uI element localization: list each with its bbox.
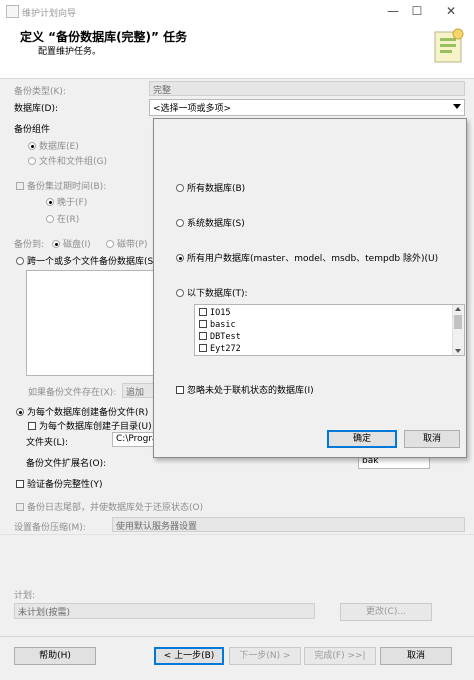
ok-button[interactable]: 确定: [327, 430, 397, 448]
radio-all-icon[interactable]: [176, 184, 184, 192]
list-item[interactable]: basic: [199, 320, 236, 330]
next-button: 下一步(N) >: [229, 647, 301, 665]
radio-user-icon[interactable]: [176, 254, 184, 262]
chevron-down-icon[interactable]: [455, 349, 461, 353]
list-item[interactable]: Eyt272: [199, 344, 241, 354]
verify-checkbox[interactable]: 验证备份完整性(Y): [16, 477, 103, 490]
schedule-label: 计划:: [14, 591, 36, 601]
wizard-icon: [434, 28, 464, 63]
radio-create-per-db[interactable]: 为每个数据库创建备份文件(R): [16, 405, 148, 418]
chevron-down-icon[interactable]: [453, 104, 461, 109]
expire-checkbox-icon: [16, 182, 24, 190]
db-checkbox-icon[interactable]: [199, 332, 207, 340]
option-user-databases[interactable]: 所有用户数据库(master、model、msdb、tempdb 除外)(U): [176, 251, 438, 264]
if-exists-dropdown: 追加: [122, 383, 154, 398]
backup-type-label: 备份类型(K):: [14, 87, 66, 97]
radio-span-files[interactable]: 跨一个或多个文件备份数据库(S: [16, 254, 153, 267]
radio-after-icon: [46, 198, 54, 206]
list-item[interactable]: IO15: [199, 308, 230, 318]
radio-create-per-db-icon[interactable]: [16, 408, 24, 416]
backup-to-label: 备份到:: [14, 240, 45, 250]
scroll-thumb[interactable]: [454, 315, 462, 329]
radio-files-icon: [28, 157, 36, 165]
radio-database-icon: [28, 142, 36, 150]
database-selector-popup: 所有数据库(B) 系统数据库(S) 所有用户数据库(master、model、m…: [153, 118, 467, 458]
chevron-up-icon[interactable]: [455, 307, 461, 311]
subdir-checkbox-icon[interactable]: [28, 422, 36, 430]
radio-span-files-icon[interactable]: [16, 257, 24, 265]
list-item[interactable]: DBTest: [199, 332, 241, 342]
radio-on-icon: [46, 215, 54, 223]
db-checkbox-icon[interactable]: [199, 344, 207, 352]
db-checkbox-icon[interactable]: [199, 320, 207, 328]
popup-cancel-button[interactable]: 取消: [404, 430, 460, 448]
taillog-checkbox: 备份日志尾部，并使数据库处于还原状态(O): [16, 500, 203, 513]
verify-checkbox-icon[interactable]: [16, 480, 24, 488]
page-title: 定义 “备份数据库(完整)” 任务: [20, 30, 188, 44]
app-icon: [6, 5, 19, 18]
wizard-header: 定义 “备份数据库(完整)” 任务 配置维护任务。: [0, 22, 474, 79]
database-label: 数据库(D):: [14, 104, 58, 114]
ignore-offline-checkbox-icon[interactable]: [176, 386, 184, 394]
title-bar: 维护计划向导 — ☐ ✕: [0, 0, 474, 22]
wizard-window: 维护计划向导 — ☐ ✕ 定义 “备份数据库(完整)” 任务 配置维护任务。 备…: [0, 0, 474, 680]
option-these-databases[interactable]: 以下数据库(T):: [176, 286, 248, 299]
finish-button: 完成(F) >>|: [304, 647, 376, 665]
radio-system-icon[interactable]: [176, 219, 184, 227]
db-checkbox-icon[interactable]: [199, 308, 207, 316]
radio-tape-icon: [106, 240, 114, 248]
radio-tape: 磁带(P): [106, 237, 147, 250]
expire-checkbox: 备份集过期时间(B):: [16, 179, 106, 192]
radio-disk-icon: [52, 240, 60, 248]
database-dropdown[interactable]: <选择一项或多项>: [149, 99, 465, 116]
option-system-databases[interactable]: 系统数据库(S): [176, 216, 245, 229]
backup-component-label: 备份组件: [14, 125, 51, 135]
radio-disk: 磁盘(I): [52, 237, 91, 250]
radio-after: 晚于(F): [46, 195, 87, 208]
page-subtitle: 配置维护任务。: [38, 47, 102, 57]
footer-divider: [0, 636, 474, 637]
radio-database: 数据库(E): [28, 139, 79, 152]
change-schedule-button: 更改(C)...: [340, 603, 432, 621]
compression-dropdown: 使用默认服务器设置: [112, 517, 465, 532]
taillog-checkbox-icon: [16, 503, 24, 511]
folder-label: 文件夹(L):: [26, 438, 69, 448]
back-button[interactable]: < 上一步(B): [154, 647, 224, 665]
cancel-button[interactable]: 取消: [380, 647, 452, 665]
compression-label: 设置备份压缩(M):: [14, 523, 86, 533]
subdir-checkbox[interactable]: 为每个数据库创建子目录(U): [28, 419, 152, 432]
radio-these-icon[interactable]: [176, 289, 184, 297]
if-exists-label: 如果备份文件存在(X):: [28, 388, 117, 398]
window-title: 维护计划向导: [22, 9, 77, 19]
schedule-field: 未计划(按需): [14, 603, 315, 619]
backup-files-list[interactable]: [26, 270, 156, 376]
folder-input[interactable]: C:\Progra: [112, 432, 154, 447]
divider: [0, 534, 474, 535]
help-button[interactable]: 帮助(H): [14, 647, 96, 665]
ignore-offline-checkbox[interactable]: 忽略未处于联机状态的数据库(I): [176, 383, 314, 396]
option-all-databases[interactable]: 所有数据库(B): [176, 181, 245, 194]
database-dropdown-value: <选择一项或多项>: [153, 104, 232, 114]
backup-type-field: 完整: [149, 81, 465, 96]
radio-files: 文件和文件组(G): [28, 154, 107, 167]
radio-on: 在(R): [46, 212, 79, 225]
close-button[interactable]: ✕: [428, 0, 474, 22]
list-scrollbar[interactable]: [452, 305, 464, 355]
database-list[interactable]: IO15 basic DBTest Eyt272: [194, 304, 465, 356]
extension-label: 备份文件扩展名(O):: [26, 459, 107, 469]
